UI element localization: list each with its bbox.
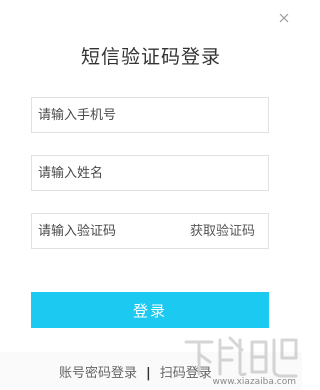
close-icon	[279, 13, 289, 23]
password-login-link[interactable]: 账号密码登录	[59, 366, 137, 381]
footer-separator: |	[146, 366, 151, 381]
sms-login-dialog: 短信验证码登录 获取验证码 登录 账号密码登录|扫码登录 www.xiazaib…	[0, 0, 302, 390]
dialog-title: 短信验证码登录	[80, 46, 221, 68]
verification-code-input[interactable]	[32, 214, 182, 248]
get-code-button[interactable]: 获取验证码	[190, 214, 255, 250]
phone-field	[31, 97, 269, 133]
phone-input[interactable]	[32, 98, 268, 132]
name-input[interactable]	[32, 156, 268, 190]
login-button[interactable]: 登录	[31, 292, 269, 328]
name-field	[31, 155, 269, 191]
close-button[interactable]	[277, 11, 291, 25]
verification-code-field: 获取验证码	[31, 213, 269, 249]
watermark-url: www.xiazaiba.com	[212, 377, 296, 387]
